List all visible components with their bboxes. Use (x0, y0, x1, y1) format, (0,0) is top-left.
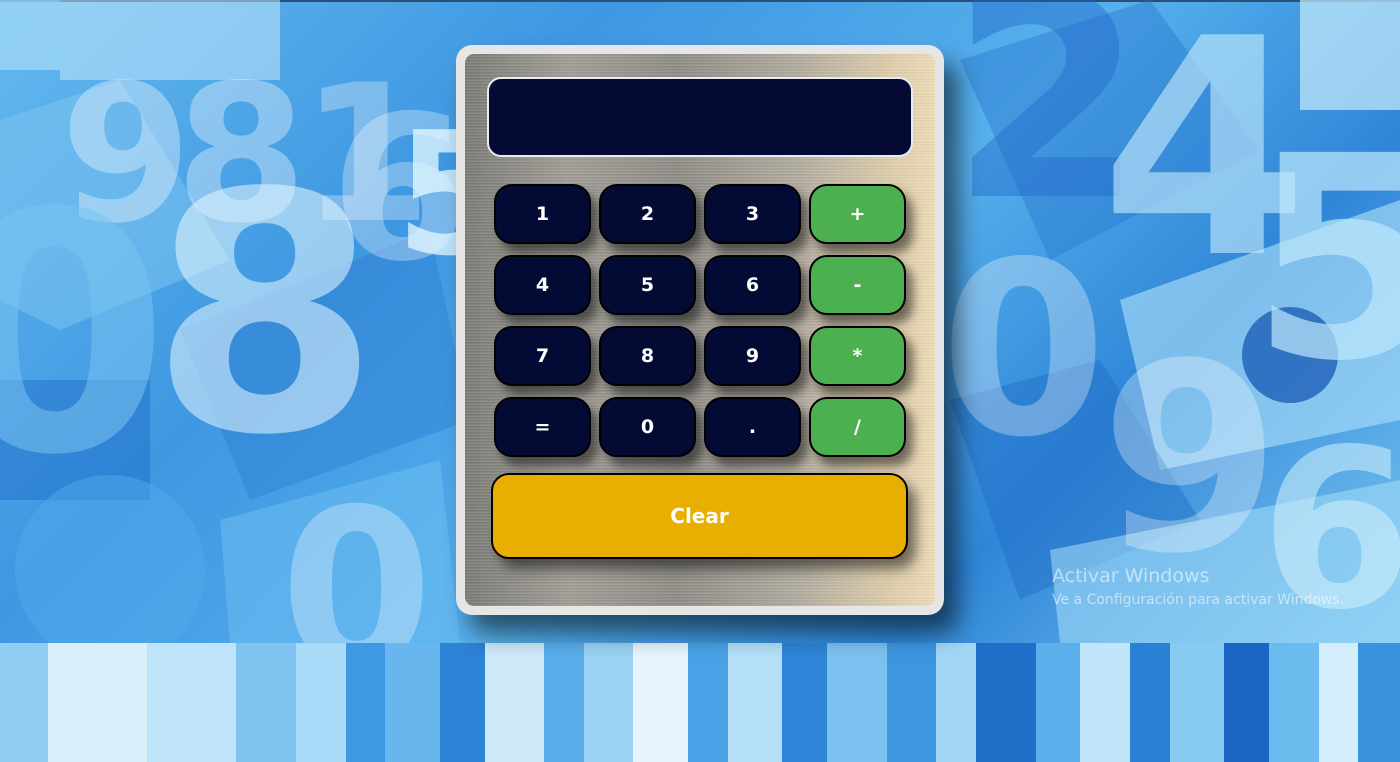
digit-3-button[interactable]: 3 (704, 184, 801, 244)
divide-button[interactable]: / (809, 397, 906, 457)
digit-7-button[interactable]: 7 (494, 326, 591, 386)
digit-1-button[interactable]: 1 (494, 184, 591, 244)
digit-2-button[interactable]: 2 (599, 184, 696, 244)
minus-button[interactable]: - (809, 255, 906, 315)
digit-4-button[interactable]: 4 (494, 255, 591, 315)
page: 9 8 1 8 0 6 5 0 2 4 5 0 9 6 1 2 3 + 4 5 … (0, 0, 1400, 762)
clear-button[interactable]: Clear (491, 473, 908, 559)
calculator-display (487, 77, 913, 157)
digit-8-button[interactable]: 8 (599, 326, 696, 386)
calculator-face: 1 2 3 +4 5 6- 7 8 9 * = 0. / Clear (465, 54, 935, 606)
digit-5-button[interactable]: 5 (599, 255, 696, 315)
digit-0-button[interactable]: 0 (599, 397, 696, 457)
background-stripes (0, 643, 1400, 762)
keypad: 1 2 3 +4 5 6- 7 8 9 * = 0. / (494, 184, 906, 457)
digit-9-button[interactable]: 9 (704, 326, 801, 386)
windows-activation-watermark: Activar Windows Ve a Configuración para … (1052, 565, 1344, 608)
plus-button[interactable]: + (809, 184, 906, 244)
watermark-title: Activar Windows (1052, 565, 1210, 587)
digit-6-button[interactable]: 6 (704, 255, 801, 315)
multiply-button[interactable]: * (809, 326, 906, 386)
decimal-button[interactable]: . (704, 397, 801, 457)
watermark-subtitle: Ve a Configuración para activar Windows. (1052, 592, 1345, 608)
calculator: 1 2 3 +4 5 6- 7 8 9 * = 0. / Clear (456, 45, 944, 615)
equals-button[interactable]: = (494, 397, 591, 457)
